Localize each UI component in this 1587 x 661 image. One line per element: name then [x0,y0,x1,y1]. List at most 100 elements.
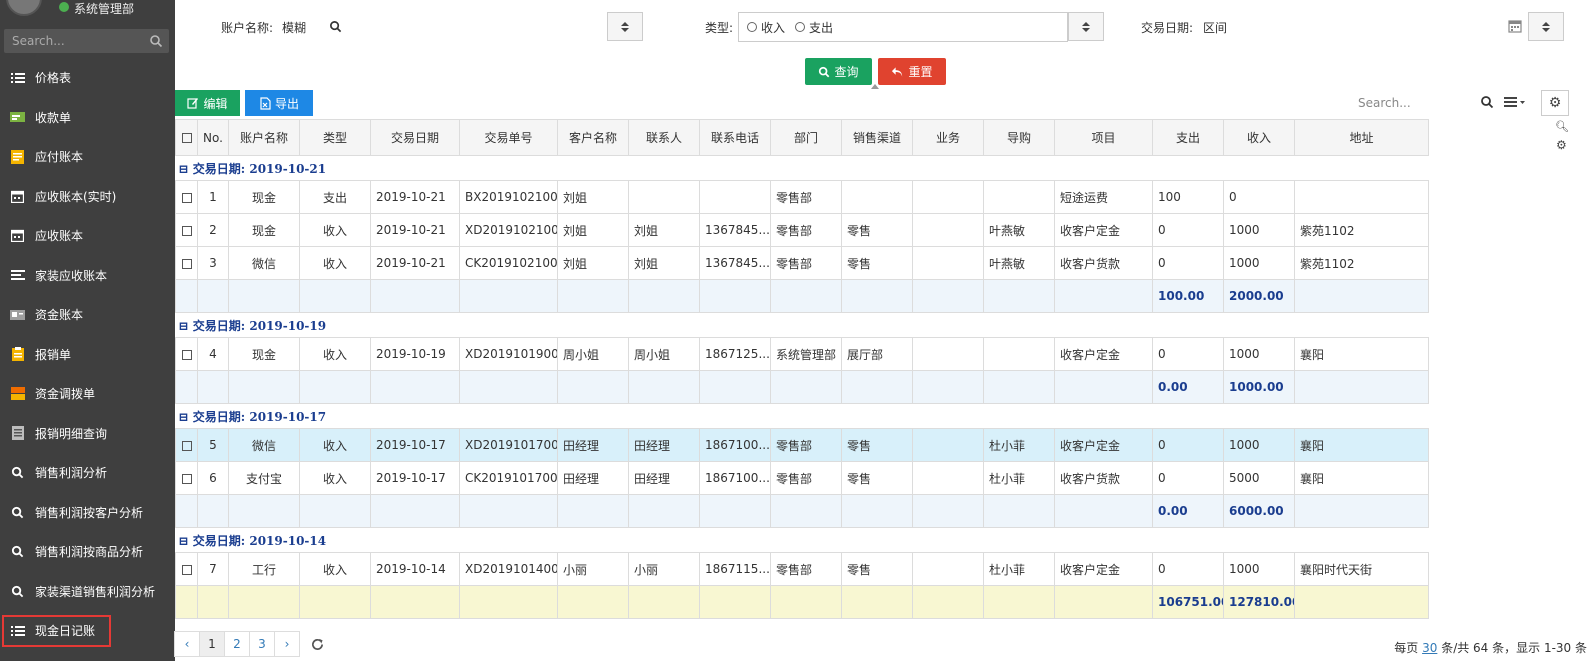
pager-page[interactable]: 2 [224,631,250,657]
table-cell: 收入 [299,337,371,371]
group-label[interactable]: ⊟ 交易日期: 2019-10-21 [175,155,1429,181]
settings-button[interactable]: ⚙ [1541,90,1569,116]
empty-cell [459,279,558,313]
column-header[interactable]: 业务 [912,119,984,156]
row-select-cell [175,428,198,462]
search-icon[interactable] [1480,95,1494,109]
column-header[interactable]: 地址 [1294,119,1429,156]
row-checkbox[interactable] [181,349,192,360]
column-header[interactable]: 账户名称 [228,119,300,156]
account-sort-button[interactable] [607,12,643,41]
row-checkbox[interactable] [181,192,192,203]
row-checkbox[interactable] [181,225,192,236]
columns-toggle-icon[interactable] [1504,96,1526,108]
column-header[interactable]: 项目 [1054,119,1153,156]
date-range-mode[interactable]: 区间 [1203,19,1227,36]
sidebar-item-10[interactable]: 报销明细查询 [0,414,175,454]
sidebar-item-5[interactable]: 应收账本 [0,216,175,256]
column-header[interactable]: 销售渠道 [841,119,913,156]
column-header[interactable]: 联系人 [628,119,700,156]
radio-expense[interactable] [795,22,806,32]
sidebar-item-15[interactable]: 现金日记账 [0,611,175,651]
group-label[interactable]: ⊟ 交易日期: 2019-10-14 [175,527,1429,553]
table-cell: 短途运费 [1054,180,1153,214]
date-sort-button[interactable] [1528,12,1564,41]
column-header[interactable]: 收入 [1223,119,1295,156]
table-cell: 零售部 [770,213,842,247]
group-label[interactable]: ⊟ 交易日期: 2019-10-19 [175,312,1429,338]
row-checkbox[interactable] [181,258,192,269]
empty-cell [197,279,229,313]
sidebar-search-input[interactable] [4,34,144,48]
group-label[interactable]: ⊟ 交易日期: 2019-10-17 [175,403,1429,429]
sidebar-item-4[interactable]: 应收账本(实时) [0,177,175,217]
table-row[interactable]: 1 现金 支出 2019-10-21 BX20191021001 刘姐 零售部 短途运费 100… [175,180,1429,214]
sidebar-search [4,29,169,53]
group-header-row[interactable]: ⊟ 交易日期: 2019-10-21 [175,155,1429,181]
column-header[interactable]: 部门 [770,119,842,156]
column-header[interactable]: 导购 [983,119,1055,156]
column-header[interactable]: 交易单号 [459,119,558,156]
sidebar-item-2[interactable]: 收款单 [0,98,175,138]
per-page-select[interactable]: 30 [1422,641,1437,655]
column-header[interactable]: 交易日期 [370,119,460,156]
search-icon[interactable] [149,34,163,48]
row-checkbox[interactable] [181,564,192,575]
pager-next[interactable]: › [274,631,300,657]
table-row[interactable]: 7 工行 收入 2019-10-14 XD20191014001 小丽 小丽 1867115.… [175,552,1429,586]
radio-expense-label[interactable]: 支出 [809,19,833,36]
edit-button[interactable]: 编辑 [175,90,240,116]
table-row[interactable]: 4 现金 收入 2019-10-19 XD20191019001 周小姐 周小姐 186712… [175,337,1429,371]
reset-button[interactable]: 重置 [878,58,946,85]
sidebar-item-8[interactable]: 报销单 [0,335,175,375]
search-icon[interactable]: 🔍︎ [1555,120,1569,133]
refresh-icon[interactable] [304,631,330,657]
group-header-row[interactable]: ⊟ 交易日期: 2019-10-17 [175,403,1429,429]
sidebar-item-3[interactable]: 应付账本 [0,137,175,177]
avatar[interactable] [6,0,42,16]
empty-cell [459,494,558,528]
gear-icon[interactable]: ⚙ [1556,138,1567,152]
column-header[interactable]: 联系电话 [699,119,771,156]
ledger-icon [9,149,26,164]
pager-page[interactable]: 1 [199,631,225,657]
table-row[interactable]: 5 微信 收入 2019-10-17 XD20191017002 田经理 田经理 186710… [175,428,1429,462]
table-search-input[interactable] [1358,93,1498,113]
row-checkbox[interactable] [181,473,192,484]
column-header[interactable]: No. [197,119,229,156]
sidebar-item-6[interactable]: 家装应收账本 [0,256,175,296]
sidebar-item-12[interactable]: 销售利润按客户分析 [0,493,175,533]
sidebar-item-14[interactable]: 家装渠道销售利润分析 [0,572,175,612]
group-header-row[interactable]: ⊟ 交易日期: 2019-10-19 [175,312,1429,338]
sidebar-item-13[interactable]: 销售利润按商品分析 [0,532,175,572]
column-header[interactable]: 支出 [1152,119,1224,156]
select-all-checkbox[interactable] [181,133,192,143]
table-row[interactable]: 6 支付宝 收入 2019-10-17 CK20191017001 田经理 田经理 18671… [175,461,1429,495]
calendar-icon[interactable] [1508,19,1522,33]
sidebar-item-9[interactable]: 资金调拨单 [0,374,175,414]
export-button[interactable]: 导出 [245,90,313,116]
account-match-mode[interactable]: 模糊 [282,19,306,36]
search-icon[interactable] [329,20,342,33]
group-header-row[interactable]: ⊟ 交易日期: 2019-10-14 [175,527,1429,553]
radio-income-label[interactable]: 收入 [761,19,785,36]
table-row[interactable]: 2 现金 收入 2019-10-21 XD20191021001 刘姐 刘姐 1367845.… [175,213,1429,247]
list-icon [9,624,26,638]
row-checkbox[interactable] [181,440,192,451]
sidebar-item-11[interactable]: 销售利润分析 [0,453,175,493]
radio-income[interactable] [747,22,757,32]
table-row[interactable]: 3 微信 收入 2019-10-21 CK20191021001 刘姐 刘姐 1367845.… [175,246,1429,280]
sidebar-item-1[interactable]: 价格表 [0,58,175,98]
pager-page[interactable]: 3 [249,631,275,657]
type-sort-button[interactable] [1068,12,1104,41]
sidebar-item-7[interactable]: 资金账本 [0,295,175,335]
sidebar-item-label: 应付账本 [35,150,84,165]
pager-prev[interactable]: ‹ [174,631,200,657]
collapse-caret-icon[interactable] [871,84,879,89]
column-header[interactable]: 客户名称 [557,119,629,156]
empty-cell [197,585,229,619]
column-header[interactable]: 类型 [299,119,371,156]
table-cell [912,213,984,247]
table-cell: 周小姐 [557,337,629,371]
query-button[interactable]: 查询 [805,58,872,85]
